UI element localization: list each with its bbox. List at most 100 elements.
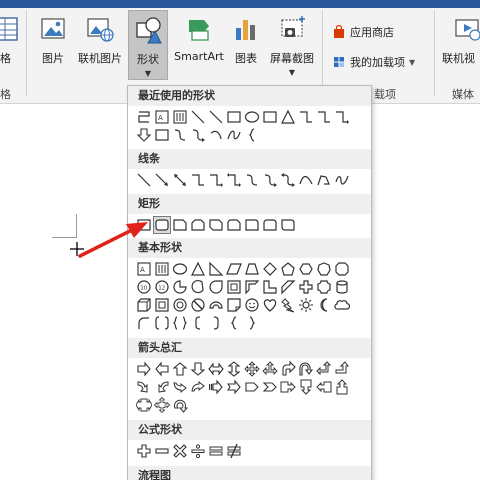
circular-arrow-shape[interactable] <box>172 397 188 413</box>
chart-button[interactable]: 图表 <box>230 14 262 80</box>
arc-shape[interactable] <box>136 315 152 331</box>
scribble-shape[interactable] <box>334 172 350 188</box>
smiley-face-shape[interactable] <box>244 297 260 313</box>
octagon-shape[interactable] <box>334 261 350 277</box>
elbow-arrow-connector-shape[interactable] <box>208 172 224 188</box>
dodecagon-shape[interactable]: 12 <box>154 279 170 295</box>
half-frame-shape[interactable] <box>244 279 260 295</box>
freeform-shape[interactable] <box>316 172 332 188</box>
sun-shape[interactable] <box>298 297 314 313</box>
double-brace-shape[interactable] <box>172 315 188 331</box>
rectangle-shape[interactable] <box>226 109 242 125</box>
snip-single-corner-rectangle-shape[interactable] <box>172 217 188 233</box>
oval-shape[interactable] <box>244 109 260 125</box>
left-brace-shape[interactable] <box>226 315 242 331</box>
round-same-side-rectangle-shape[interactable] <box>262 217 278 233</box>
round-single-corner-rectangle-shape[interactable] <box>244 217 260 233</box>
bent-arrow-shape[interactable] <box>280 361 296 377</box>
left-arrow-callout-shape[interactable] <box>316 379 332 395</box>
parallelogram-shape[interactable] <box>226 261 242 277</box>
down-arrow-callout-shape[interactable] <box>298 379 314 395</box>
up-arrow-shape[interactable] <box>172 361 188 377</box>
notched-right-arrow-shape[interactable] <box>226 379 242 395</box>
left-up-arrow-shape[interactable] <box>316 361 332 377</box>
curved-arrow-connector-shape[interactable] <box>262 172 278 188</box>
l-shape[interactable] <box>262 279 278 295</box>
division-shape[interactable] <box>190 443 206 459</box>
oval-shape[interactable] <box>172 261 188 277</box>
right-arrow-shape[interactable] <box>136 361 152 377</box>
screenshot-button[interactable]: 屏幕截图 ▼ <box>264 14 320 80</box>
freeform-scribble-shape[interactable] <box>226 127 242 143</box>
cloud-shape[interactable] <box>334 297 350 313</box>
line-shape[interactable] <box>190 109 206 125</box>
heart-shape[interactable] <box>262 297 278 313</box>
lightning-bolt-shape[interactable] <box>280 297 296 313</box>
curved-double-arrow-connector-shape[interactable] <box>280 172 296 188</box>
left-bracket-shape[interactable] <box>190 315 206 331</box>
trapezoid-shape[interactable] <box>244 261 260 277</box>
shapes-button[interactable]: 形状 ▼ <box>128 10 168 80</box>
line-shape[interactable] <box>208 109 224 125</box>
elbow-double-arrow-connector-shape[interactable] <box>226 172 242 188</box>
down-arrow-shape[interactable] <box>136 127 152 143</box>
up-arrow-callout-shape[interactable] <box>334 379 350 395</box>
quad-arrow-callout-shape[interactable] <box>154 397 170 413</box>
teardrop-shape[interactable] <box>208 279 224 295</box>
round-diagonal-rectangle-shape[interactable] <box>280 217 296 233</box>
moon-shape[interactable] <box>316 297 332 313</box>
right-brace-shape[interactable] <box>244 315 260 331</box>
text-box-shape[interactable]: A <box>136 261 152 277</box>
bent-up-arrow-shape[interactable] <box>334 361 350 377</box>
decagon-shape[interactable]: 10 <box>136 279 152 295</box>
snip-diagonal-rectangle-shape[interactable] <box>208 217 224 233</box>
curved-left-arrow-shape[interactable] <box>154 379 170 395</box>
diagonal-stripe-shape[interactable] <box>280 279 296 295</box>
curved-arrow-connector-shape[interactable] <box>190 127 206 143</box>
block-arc-shape[interactable] <box>208 297 224 313</box>
double-arrow-line-shape[interactable] <box>172 172 188 188</box>
rounded-rectangle-shape[interactable] <box>153 216 171 234</box>
triangle-shape[interactable] <box>190 261 206 277</box>
pie-shape[interactable] <box>172 279 188 295</box>
down-arrow-shape[interactable] <box>190 361 206 377</box>
plus-shape[interactable] <box>136 443 152 459</box>
left-right-arrow-shape[interactable] <box>208 361 224 377</box>
curve-shape[interactable] <box>298 172 314 188</box>
my-addins-button[interactable]: 我的加载项 ▼ <box>332 52 415 72</box>
up-down-arrow-shape[interactable] <box>226 361 242 377</box>
cube-shape[interactable] <box>136 297 152 313</box>
folded-corner-shape[interactable] <box>226 297 242 313</box>
elbow-arrow-connector-shape[interactable] <box>334 109 350 125</box>
picture-button[interactable]: 图片 <box>36 14 70 80</box>
hexagon-shape[interactable] <box>298 261 314 277</box>
left-right-arrow-callout-shape[interactable] <box>136 397 152 413</box>
pentagon-arrow-shape[interactable] <box>244 379 260 395</box>
app-store-button[interactable]: 应用商店 <box>332 22 394 42</box>
pentagon-shape[interactable] <box>280 261 296 277</box>
plaque-shape[interactable] <box>316 279 332 295</box>
curved-connector-shape[interactable] <box>244 172 260 188</box>
table-button[interactable]: 格 <box>0 14 22 80</box>
diamond-shape[interactable] <box>262 261 278 277</box>
double-bracket-shape[interactable] <box>154 315 170 331</box>
equal-shape[interactable] <box>208 443 224 459</box>
bevel-shape[interactable] <box>154 297 170 313</box>
snip-round-rectangle-shape[interactable] <box>226 217 242 233</box>
minus-shape[interactable] <box>154 443 170 459</box>
left-right-up-arrow-shape[interactable] <box>262 361 278 377</box>
rectangle-shape[interactable] <box>262 109 278 125</box>
text-box-shape[interactable]: A <box>154 109 170 125</box>
elbow-connector-shape[interactable] <box>190 172 206 188</box>
no-symbol-shape[interactable] <box>190 297 206 313</box>
curved-connector-shape[interactable] <box>172 127 188 143</box>
frame-shape[interactable] <box>226 279 242 295</box>
chevron-shape[interactable] <box>262 379 278 395</box>
cross-shape[interactable] <box>298 279 314 295</box>
arc-shape[interactable] <box>208 127 224 143</box>
triangle-shape[interactable] <box>280 109 296 125</box>
elbow-connector-shape[interactable] <box>298 109 314 125</box>
heptagon-shape[interactable] <box>316 261 332 277</box>
curved-right-arrow-shape[interactable] <box>136 379 152 395</box>
online-video-button[interactable]: 联机视 <box>440 14 480 80</box>
